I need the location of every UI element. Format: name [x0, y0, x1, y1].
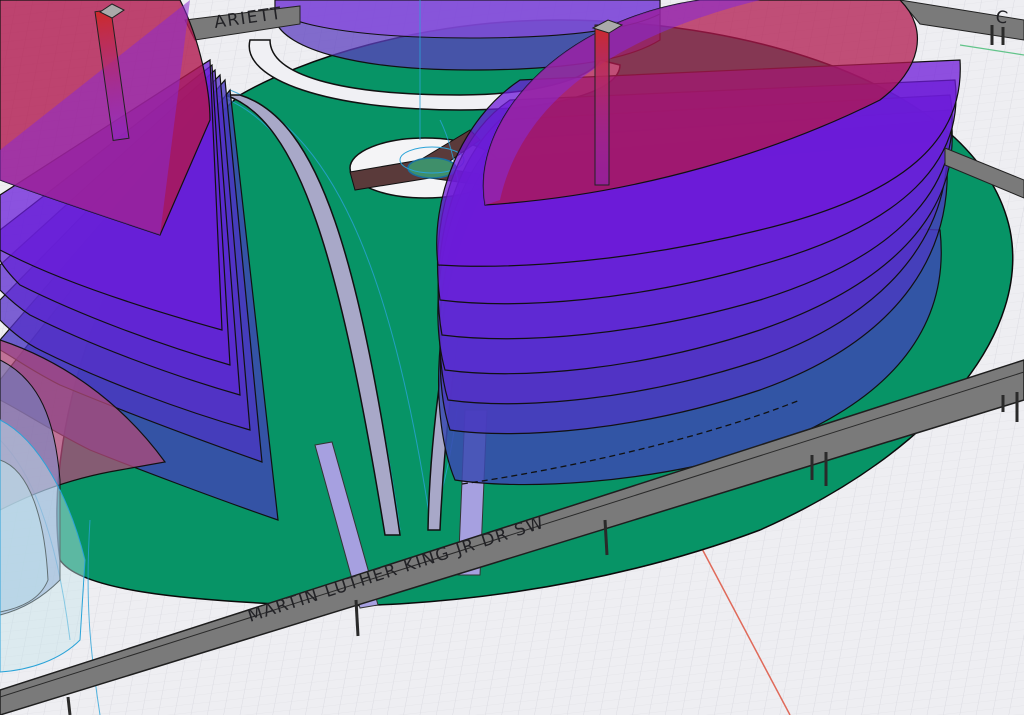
- top-right-street-label: C: [994, 7, 1010, 29]
- model-viewport[interactable]: ARIETT C MARTIN LUTHER KING JR DR SW: [0, 0, 1024, 715]
- scene-canvas[interactable]: ARIETT C MARTIN LUTHER KING JR DR SW: [0, 0, 1024, 715]
- right-tower-core: [594, 24, 610, 186]
